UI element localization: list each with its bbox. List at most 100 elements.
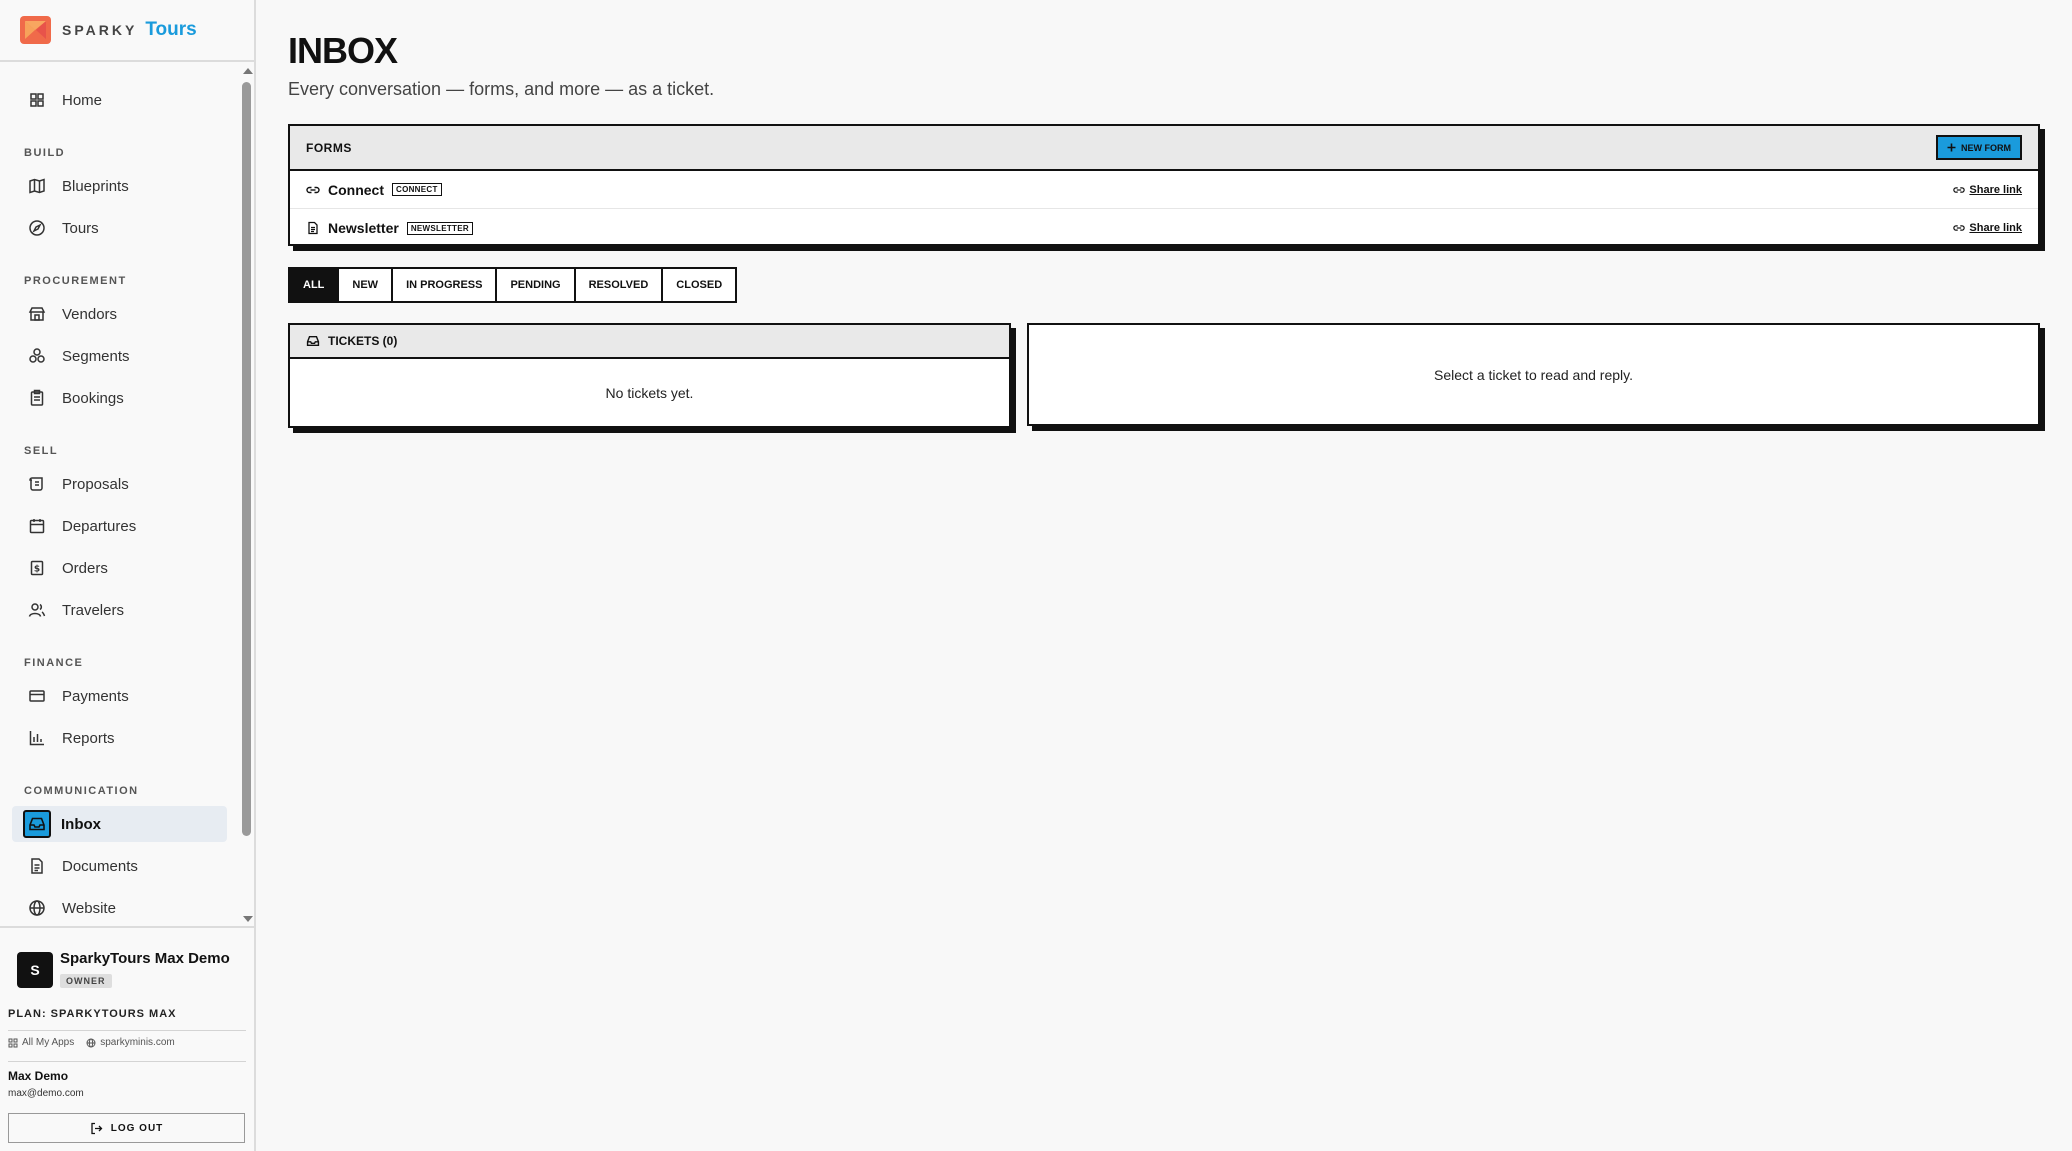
brand-name-sparky: SPARKY [62,22,138,38]
sidebar-item-label: Orders [62,559,108,577]
sidebar-item-label: Segments [62,347,130,365]
section-finance: FINANCE [24,657,84,669]
sidebar-item-proposals[interactable]: Proposals [12,466,227,502]
user-name: Max Demo [8,1069,69,1083]
plus-icon [1947,143,1956,152]
role-badge: OWNER [60,974,112,988]
grid-icon [28,91,46,109]
filter-tab-in-progress[interactable]: IN PROGRESS [391,267,498,303]
sidebar-item-label: Inbox [61,815,101,833]
all-apps-label: All My Apps [22,1037,75,1048]
sidebar-item-label: Blueprints [62,177,129,195]
receipt-dollar-icon: $ [28,559,46,577]
credit-card-icon [28,687,46,705]
globe-icon [86,1038,96,1047]
filter-tab-new[interactable]: NEW [337,267,394,303]
compass-icon [28,219,46,237]
footer-links: All My Apps sparkyminis.com [8,1037,175,1048]
domain-link[interactable]: sparkyminis.com [86,1037,175,1048]
sidebar-item-label: Vendors [62,305,118,323]
sidebar-item-label: Tours [62,219,99,237]
logout-icon [91,1122,103,1134]
new-form-label: NEW FORM [1961,142,2011,153]
section-communication: COMMUNICATION [24,785,139,797]
sidebar-item-label: Reports [62,729,115,747]
brand-logo-icon [20,16,51,44]
logout-button[interactable]: LOG OUT [8,1113,245,1143]
clipboard-icon [28,389,46,407]
new-form-button[interactable]: NEW FORM [1936,135,2022,160]
form-name: Newsletter [328,220,399,236]
sidebar-item-label: Departures [62,517,137,535]
sidebar-item-vendors[interactable]: Vendors [12,296,227,332]
sidebar-item-blueprints[interactable]: Blueprints [12,168,227,204]
sidebar-footer: S SparkyTours Max Demo OWNER PLAN: SPARK… [0,926,254,1151]
sidebar-item-reports[interactable]: Reports [12,720,227,756]
filter-tab-closed[interactable]: CLOSED [661,267,738,303]
globe-icon [28,899,46,917]
form-tag-badge: CONNECT [392,183,442,196]
ticket-reader-panel: Select a ticket to read and reply. [1027,323,2040,426]
section-sell: SELL [24,445,59,457]
forms-header: FORMS NEW FORM [290,126,2038,171]
filter-tab-pending[interactable]: PENDING [495,267,576,303]
calendar-icon [28,517,46,535]
scroll-down-arrow-icon[interactable] [243,916,253,922]
share-link-label: Share link [1969,222,2022,234]
org-name[interactable]: SparkyTours Max Demo [60,950,230,967]
org-avatar[interactable]: S [17,952,53,988]
share-link[interactable]: Share link [1953,184,2022,196]
sidebar-item-orders[interactable]: $ Orders [12,550,227,586]
link-icon [1953,225,1966,231]
scroll-up-arrow-icon[interactable] [243,68,253,74]
reader-empty-state: Select a ticket to read and reply. [1434,366,1633,383]
sidebar: SPARKY Tours Home BUILD Blueprints Tours… [0,0,256,1151]
form-tag-badge: NEWSLETTER [406,221,473,235]
form-row[interactable]: Newsletter NEWSLETTER Share link [290,209,2038,247]
sidebar-item-travelers[interactable]: Travelers [12,592,227,628]
sidebar-item-tours[interactable]: Tours [12,210,227,246]
document-icon [28,857,46,875]
sidebar-item-label: Proposals [62,475,129,493]
scroll-icon [28,475,46,493]
sidebar-item-label: Website [62,899,116,917]
bar-chart-icon [28,729,46,747]
form-row[interactable]: Connect CONNECT Share link [290,171,2038,209]
document-icon [308,221,318,235]
scrollbar-thumb[interactable] [242,82,251,836]
sidebar-item-label: Bookings [62,389,124,407]
filter-tab-all[interactable]: ALL [288,267,340,303]
brand-name-tours: Tours [145,19,197,40]
sidebar-item-label: Documents [62,857,138,875]
section-build: BUILD [24,147,66,159]
sidebar-item-label: Payments [62,687,129,705]
sidebar-item-inbox[interactable]: Inbox [12,806,227,842]
sidebar-nav: Home BUILD Blueprints Tours PROCUREMENT … [0,64,240,926]
sidebar-item-departures[interactable]: Departures [12,508,227,544]
sidebar-scrollbar[interactable] [240,64,254,926]
divider [8,1030,246,1031]
sidebar-item-documents[interactable]: Documents [12,848,227,884]
tickets-panel: TICKETS (0) No tickets yet. [288,323,1011,428]
map-icon [28,177,46,195]
sidebar-item-segments[interactable]: Segments [12,338,227,374]
section-procurement: PROCUREMENT [24,275,127,287]
all-apps-link[interactable]: All My Apps [8,1037,74,1048]
store-icon [28,305,46,323]
sidebar-item-bookings[interactable]: Bookings [12,380,227,416]
segments-icon [28,347,46,365]
sidebar-item-website[interactable]: Website [12,890,227,926]
svg-text:$: $ [34,565,40,575]
inbox-icon [23,810,51,838]
sidebar-item-label: Travelers [62,601,124,619]
page-subtitle: Every conversation — forms, and more — a… [288,79,715,99]
filter-tab-resolved[interactable]: RESOLVED [573,267,664,303]
page-title: INBOX [288,30,398,71]
sidebar-item-home[interactable]: Home [12,82,227,118]
sidebar-item-payments[interactable]: Payments [12,678,227,714]
grid-icon [8,1038,18,1047]
share-link[interactable]: Share link [1953,222,2022,234]
link-icon [306,186,320,193]
inbox-icon [306,336,320,346]
brand[interactable]: SPARKY Tours [0,0,254,62]
